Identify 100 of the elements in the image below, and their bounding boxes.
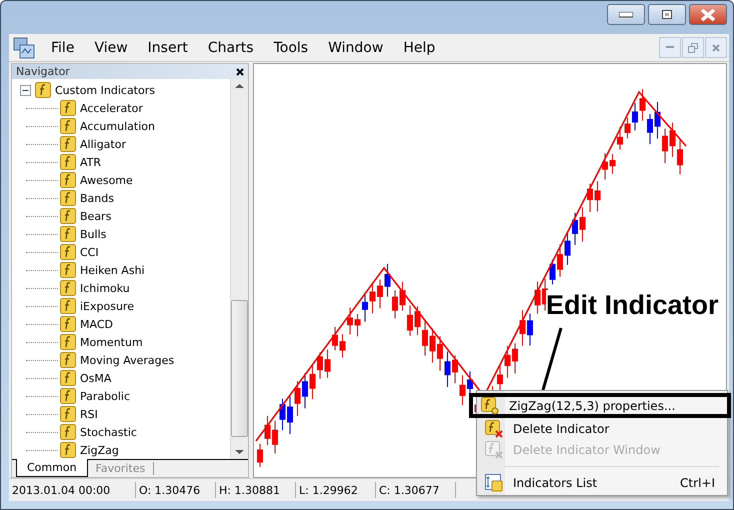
scrollbar[interactable] [230, 79, 248, 459]
indicator-icon [60, 442, 76, 458]
candlestick [452, 354, 458, 384]
minimize-button[interactable] [607, 4, 645, 25]
candlestick [294, 380, 300, 416]
candlestick [280, 398, 286, 431]
delete-indicator-icon [485, 420, 503, 438]
indicator-icon [35, 82, 51, 98]
candlestick [317, 352, 323, 380]
indicator-icon [60, 154, 76, 170]
close-icon[interactable] [236, 68, 244, 76]
candlestick [534, 281, 540, 314]
status-field: O: 1.30476 [136, 482, 216, 498]
tree-item[interactable]: CCI [80, 246, 99, 258]
candlestick [640, 88, 646, 122]
candlestick [370, 282, 376, 314]
tree-item[interactable]: Bears [80, 210, 112, 222]
candlestick [324, 348, 330, 378]
tree-item[interactable]: MACD [80, 318, 113, 330]
maximize-icon [662, 10, 672, 19]
candlestick [302, 372, 308, 409]
tree-item[interactable]: Accumulation [80, 120, 155, 132]
candlestick [437, 336, 443, 372]
panel-title: Navigator [16, 65, 70, 78]
tree-item[interactable]: Alligator [80, 138, 126, 150]
indicator-icon [60, 136, 76, 152]
candlestick [354, 314, 360, 337]
tree-item[interactable]: Awesome [80, 174, 133, 186]
maximize-button[interactable] [648, 4, 686, 25]
menu-item[interactable]: Delete Indicator [477, 418, 727, 439]
tree-item[interactable]: Moving Averages [80, 354, 174, 366]
candlestick [444, 350, 450, 388]
candlestick [272, 420, 278, 454]
indicator-icon [60, 424, 76, 440]
indicator-icon [60, 280, 76, 296]
tree-item[interactable]: iExposure [80, 300, 134, 312]
collapse-icon[interactable] [20, 84, 31, 96]
candlestick [460, 374, 466, 406]
indicator-icon [60, 370, 76, 386]
tab[interactable]: Common [16, 459, 88, 477]
menu-item[interactable]: Charts [198, 40, 264, 56]
tree-item[interactable]: ATR [80, 156, 102, 168]
minimize-icon [619, 12, 633, 18]
indicator-icon [60, 100, 76, 116]
menu-item[interactable]: ZigZag(12,5,3) properties... [469, 393, 731, 418]
candlestick [677, 139, 683, 175]
candlestick [564, 232, 570, 266]
menu-item[interactable]: Insert [138, 40, 198, 56]
indicator-icon [60, 334, 76, 350]
close-button[interactable] [689, 4, 727, 25]
tree-item[interactable]: Stochastic [80, 426, 137, 438]
tree-item[interactable]: Momentum [80, 336, 143, 348]
status-field: H: 1.30881 [216, 482, 296, 498]
indicator-icon [60, 352, 76, 368]
delete-window-icon [485, 440, 503, 458]
candlestick [654, 101, 660, 140]
status-field: C: 1.30677 [376, 482, 456, 498]
shortcut-label: Ctrl+I [680, 476, 715, 490]
restore-icon [688, 42, 698, 52]
tree-item[interactable]: Ichimoku [80, 282, 130, 294]
candlestick [527, 313, 533, 346]
indicator-icon [60, 118, 76, 134]
candlestick [400, 281, 406, 311]
candlestick [624, 117, 630, 139]
indicator-properties-icon [481, 396, 499, 414]
tree-item[interactable]: OsMA [80, 372, 112, 384]
tree-item[interactable]: Accelerator [80, 102, 143, 114]
tree-item[interactable]: Heiken Ashi [80, 264, 145, 276]
menu-item[interactable]: View [84, 40, 138, 56]
candlestick [520, 310, 526, 346]
menu-item[interactable]: Tools [264, 40, 318, 56]
candlestick [512, 342, 518, 374]
indicator-icon [60, 298, 76, 314]
candlestick [557, 244, 563, 278]
candlestick [377, 279, 383, 309]
candlestick [340, 334, 346, 358]
app-icon[interactable] [13, 36, 35, 58]
menu-item[interactable]: Help [393, 40, 446, 56]
status-field: 2013.01.04 00:00 [9, 482, 136, 498]
candlestick [392, 290, 398, 319]
tree-item[interactable]: Parabolic [80, 390, 130, 402]
tree-item[interactable]: RSI [80, 408, 98, 420]
tree-item[interactable]: Bands [80, 192, 114, 204]
candlestick [610, 153, 616, 174]
menu-item[interactable]: File [41, 40, 84, 56]
tree-item[interactable]: Bulls [80, 228, 106, 240]
candlestick [647, 114, 653, 145]
minimize-icon [666, 46, 674, 49]
candlestick [257, 443, 263, 468]
menu-item[interactable]: Window [318, 40, 394, 56]
indicator-icon [60, 244, 76, 260]
candlestick [587, 183, 593, 212]
tree-item[interactable]: ZigZag [80, 444, 119, 456]
tree-item[interactable]: Custom Indicators [55, 84, 155, 96]
indicator-icon [60, 406, 76, 422]
candlestick [264, 415, 270, 446]
candlestick [594, 180, 600, 212]
candlestick [414, 306, 420, 336]
indicator-icon [60, 388, 76, 404]
indicator-icon [60, 262, 76, 278]
